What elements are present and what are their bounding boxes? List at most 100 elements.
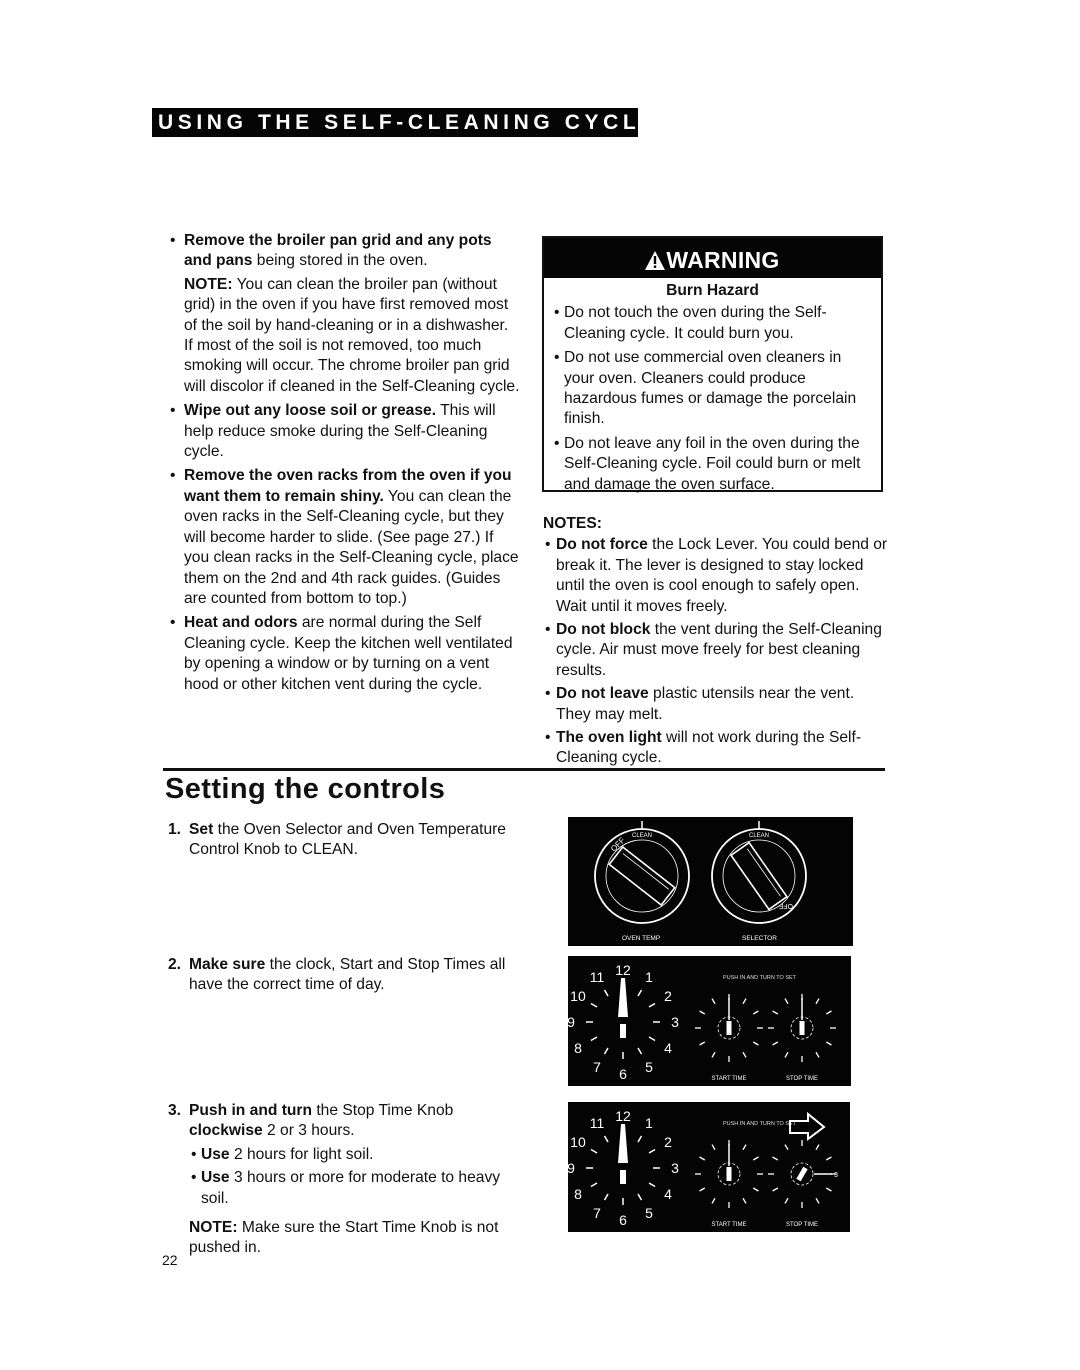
clock-number: 1 [645, 969, 653, 985]
step-lead: Push in and turn [189, 1102, 313, 1119]
clock-tick [603, 989, 609, 997]
clock-tick [637, 1135, 643, 1143]
timer-tick [825, 1187, 832, 1192]
timer-label: START TIME [712, 1076, 747, 1082]
push-instruction-label: PUSH IN AND TURN TO SET [723, 975, 797, 981]
broiler-note: NOTE: You can clean the broiler pan (wit… [184, 275, 520, 397]
timer-tick [742, 1144, 747, 1151]
clock-tick [637, 989, 643, 997]
clock-tick [590, 1036, 598, 1042]
timer-dial: START TIME [695, 1140, 763, 1228]
timer-tick [699, 1010, 706, 1015]
sub-item-lead: Use [201, 1169, 230, 1187]
timer-tick [772, 1156, 779, 1161]
clock-number: 4 [664, 1040, 672, 1056]
note-lead: Do not block [556, 621, 651, 639]
timer-tick [815, 1051, 820, 1058]
clock-number: 5 [645, 1205, 653, 1221]
list-item: Heat and odors are normal during the Sel… [168, 613, 520, 695]
timer-tick [815, 998, 820, 1005]
warning-subtitle: Burn Hazard [666, 282, 759, 299]
clock-tick [590, 1002, 598, 1008]
clock-tick [603, 1135, 609, 1143]
sub-item-lead: Use [201, 1145, 230, 1163]
clock-hand [618, 1124, 628, 1163]
note-lead: The oven light [556, 729, 662, 747]
clock-number: 11 [590, 1115, 605, 1131]
sub-item-text: 2 hours for light soil. [229, 1145, 374, 1163]
clock-hand [618, 978, 628, 1017]
timer-tick [752, 1156, 759, 1161]
note-item: The oven light will not work during the … [543, 728, 888, 769]
timer-tick [752, 1041, 759, 1046]
clock-number: 4 [664, 1186, 672, 1202]
oven-temp-knob: OFF CLEAN OVEN TEMP [594, 821, 690, 942]
timer-dial: START TIME [695, 994, 763, 1082]
step-text: the Stop Time Knob [312, 1102, 454, 1119]
notes-section: NOTES: Do not force the Lock Lever. You … [543, 514, 888, 772]
off-label: OFF [609, 836, 627, 854]
clock-number: 10 [570, 988, 586, 1004]
warning-item: Do not leave any foil in the oven during… [554, 434, 875, 495]
item-text: You can clean the oven racks in the Self… [184, 487, 519, 607]
sub-item: Use 3 hours or more for moderate to heav… [189, 1168, 528, 1209]
section-header-band: USING THE SELF-CLEANING CYCLE [152, 108, 638, 137]
clock-number: 12 [615, 962, 631, 978]
section-header-title: USING THE SELF-CLEANING CYCLE [158, 111, 638, 134]
timer-tick [711, 1144, 716, 1151]
timer-dial: 3 STOP TIME [768, 1140, 838, 1228]
clock-tick [648, 1148, 656, 1154]
item-text: being stored in the oven. [252, 252, 428, 270]
step-2: 2. Make sure the clock, Start and Stop T… [168, 955, 528, 996]
timer-pointer [726, 1167, 732, 1181]
clock-number: 7 [593, 1059, 601, 1075]
timer-tick [784, 1197, 789, 1204]
timer-tick [742, 1197, 747, 1204]
timer-label: START TIME [712, 1222, 747, 1228]
clock-tick [648, 1036, 656, 1042]
clock-timers-illustration: 12 1 2 3 4 5 6 7 8 9 10 11 START TIME STOP TIME PUSH I… [567, 956, 851, 1086]
timer-hour-label: 3 [834, 1172, 838, 1179]
timer-tick [711, 1197, 716, 1204]
clock-number: 6 [619, 1212, 627, 1228]
timer-tick [825, 1041, 832, 1046]
clock-number: 3 [671, 1014, 679, 1030]
clock-number: 1 [645, 1115, 653, 1131]
timer-tick [752, 1010, 759, 1015]
item-lead: Wipe out any loose soil or grease. [184, 402, 437, 420]
oven-temp-label: OVEN TEMP [622, 935, 660, 942]
clock-tick [590, 1182, 598, 1188]
list-item: Wipe out any loose soil or grease. This … [168, 401, 520, 462]
clock-tick [637, 1047, 643, 1055]
timer-pointer [796, 1166, 808, 1182]
clean-label: CLEAN [632, 833, 652, 839]
timer-tick [772, 1187, 779, 1192]
clock-face: 12 12 3 45 6 78 9 1011 [567, 962, 679, 1082]
push-instruction-label: PUSH IN AND TURN TO SET [723, 1121, 797, 1127]
step-lead: Make sure [189, 956, 266, 973]
timer-tick [711, 998, 716, 1005]
off-label: OFF [779, 902, 793, 909]
clock-number: 6 [619, 1066, 627, 1082]
timer-tick [772, 1010, 779, 1015]
clock-face: 12 12 3 45 6 78 9 1011 [567, 1108, 679, 1228]
note-text: You can clean the broiler pan (without g… [184, 275, 520, 395]
selector-label: SELECTOR [742, 935, 777, 942]
timer-tick [752, 1187, 759, 1192]
timer-tick [711, 1051, 716, 1058]
timer-tick [825, 1010, 832, 1015]
timer-tick [784, 998, 789, 1005]
clock-number: 8 [574, 1186, 582, 1202]
clock-number: 9 [568, 1014, 575, 1030]
clock-number: 7 [593, 1205, 601, 1221]
selector-knob: CLEAN OFF SELECTOR [711, 821, 807, 942]
clock-tick [648, 1182, 656, 1188]
timer-label: STOP TIME [786, 1076, 818, 1082]
timer-tick [784, 1051, 789, 1058]
warning-item: Do not touch the oven during the Self-Cl… [554, 303, 875, 344]
page-number: 22 [162, 1252, 178, 1268]
timer-tick [815, 1197, 820, 1204]
timer-tick [815, 1144, 820, 1151]
clock-tick [590, 1148, 598, 1154]
stop-time-set-illustration: 12 1 2 3 4 5 6 7 8 9 10 11 START TIME 3 STOP TIME PUSH … [567, 1102, 850, 1232]
